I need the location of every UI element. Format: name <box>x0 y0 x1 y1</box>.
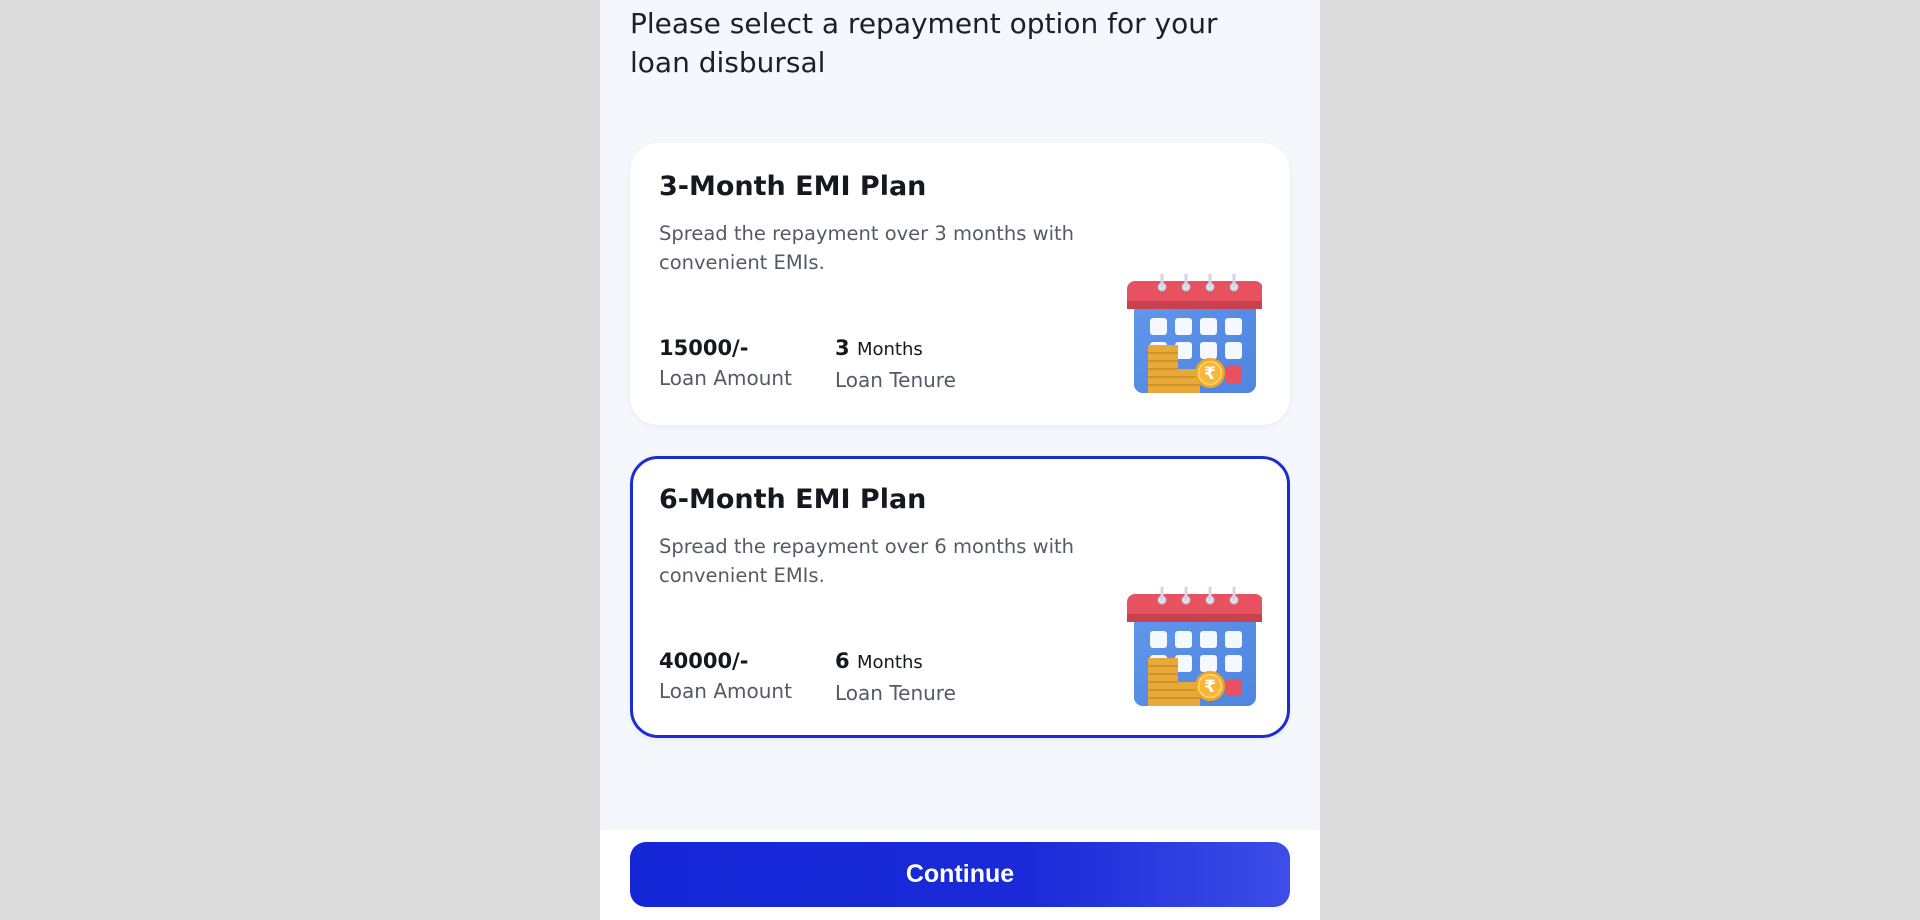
plan-card-6-month[interactable]: 6-Month EMI Plan Spread the repayment ov… <box>630 456 1290 738</box>
loan-amount-stat: 40000/- Loan Amount <box>659 646 792 706</box>
calendar-coins-icon: ₹ <box>1127 273 1262 393</box>
loan-tenure-label: Loan Tenure <box>835 368 956 392</box>
continue-button[interactable]: Continue <box>630 842 1290 907</box>
plan-card-3-month[interactable]: 3-Month EMI Plan Spread the repayment ov… <box>630 143 1290 425</box>
page-title: Please select a repayment option for you… <box>630 7 1218 79</box>
loan-amount-label: Loan Amount <box>659 679 792 703</box>
loan-amount-label: Loan Amount <box>659 366 792 390</box>
plan-title: 3-Month EMI Plan <box>659 171 927 202</box>
loan-tenure-value: 3 <box>835 336 850 360</box>
loan-tenure-stat: 3 Months Loan Tenure <box>835 333 956 395</box>
loan-tenure-unit: Months <box>856 339 923 360</box>
loan-tenure-unit: Months <box>856 652 923 673</box>
loan-amount-value: 15000/- <box>659 336 749 360</box>
plan-description: Spread the repayment over 6 months with … <box>659 535 1075 587</box>
svg-text:₹: ₹ <box>1204 677 1216 697</box>
svg-text:₹: ₹ <box>1204 364 1216 384</box>
loan-tenure-value-row: 6 Months <box>835 646 956 678</box>
plan-description: Spread the repayment over 3 months with … <box>659 222 1075 274</box>
loan-tenure-value-row: 3 Months <box>835 333 956 365</box>
loan-tenure-value: 6 <box>835 649 850 673</box>
loan-tenure-stat: 6 Months Loan Tenure <box>835 646 956 708</box>
loan-amount-value: 40000/- <box>659 649 749 673</box>
plan-title: 6-Month EMI Plan <box>659 484 927 515</box>
app-screen: Please select a repayment option for you… <box>600 0 1320 920</box>
loan-tenure-label: Loan Tenure <box>835 681 956 705</box>
loan-amount-stat: 15000/- Loan Amount <box>659 333 792 393</box>
calendar-coins-icon: ₹ <box>1127 586 1262 706</box>
footer-bar: Continue <box>600 830 1320 920</box>
